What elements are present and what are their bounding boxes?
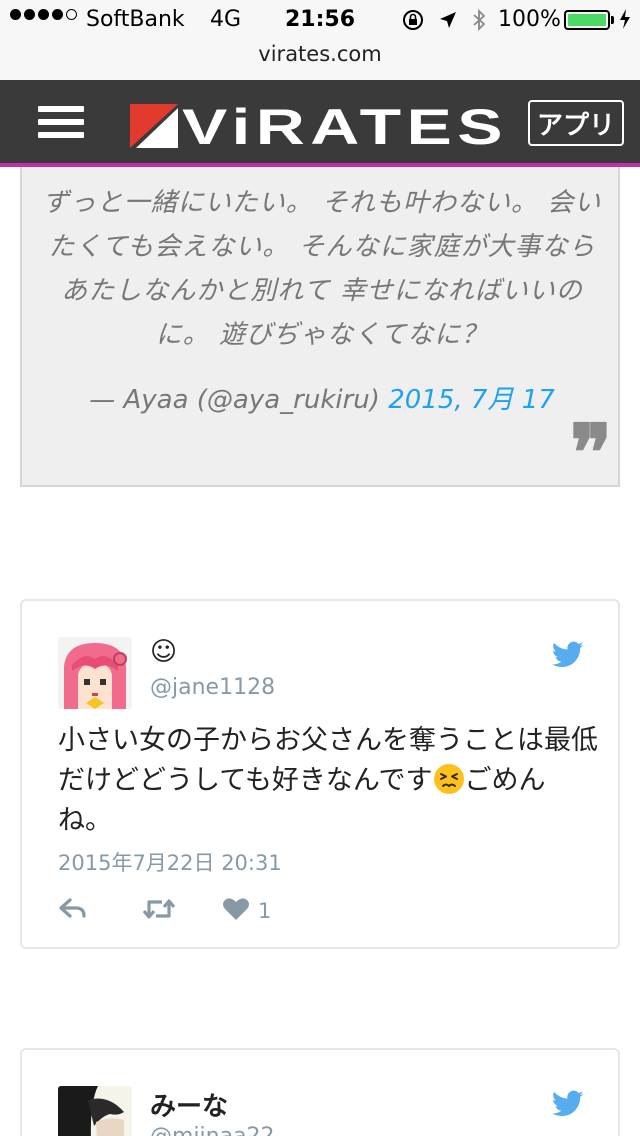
display-name[interactable]: ☺ — [150, 637, 177, 667]
bluetooth-icon — [473, 8, 486, 32]
retweet-icon — [142, 899, 176, 919]
battery-nub — [611, 16, 614, 24]
heart-icon — [223, 898, 249, 920]
charging-bolt-icon — [620, 9, 630, 29]
app-button-label: アプリ — [536, 110, 615, 141]
quote-author: — Ayaa (@aya_rukiru) — [89, 385, 380, 415]
like-count: 1 — [258, 899, 272, 923]
url-text: virates.com — [258, 42, 382, 66]
persevering-face-icon — [433, 764, 464, 794]
site-header: ViRATES アプリ — [0, 80, 640, 167]
user-handle[interactable]: @miinaa22 — [150, 1124, 275, 1136]
tweet-card[interactable]: みーな @miinaa22 — [20, 1048, 620, 1136]
logo-text: ViRATES — [182, 104, 508, 148]
user-handle[interactable]: @jane1128 — [150, 675, 275, 700]
retweet-button[interactable] — [142, 897, 176, 921]
avatar[interactable] — [58, 1086, 132, 1136]
twitter-bird-icon[interactable] — [552, 641, 584, 669]
quote-attribution: — Ayaa (@aya_rukiru) 2015, 7月 17 — [42, 379, 602, 416]
tweet-timestamp[interactable]: 2015年7月22日 20:31 — [58, 847, 282, 877]
twitter-bird-icon[interactable] — [552, 1090, 584, 1118]
status-bar: SoftBank 4G 21:56 100% — [0, 0, 640, 40]
display-name[interactable]: みーな — [150, 1086, 228, 1123]
reply-button[interactable] — [58, 898, 88, 920]
tweet-actions: 1 — [58, 895, 311, 923]
like-button[interactable]: 1 — [222, 895, 271, 923]
address-bar[interactable]: virates.com — [0, 40, 640, 80]
tweet-card[interactable]: ☺ @jane1128 小さい女の子からお父さんを奪うことは最低だけどどうしても… — [20, 599, 620, 949]
battery-percentage: 100% — [498, 7, 561, 32]
orientation-lock-icon — [403, 10, 423, 30]
quotation-mark-icon: ❞ — [570, 408, 612, 499]
status-icons — [402, 8, 500, 32]
location-arrow-icon — [440, 12, 456, 28]
quote-text: ずっと一緒にいたい。 それも叶わない。 会いたくても会えない。 そんなに家庭が大… — [42, 188, 602, 350]
hamburger-menu-button[interactable] — [38, 106, 84, 142]
virates-logo[interactable]: ViRATES — [130, 104, 512, 148]
battery-icon — [564, 10, 610, 30]
tweet-text: 小さい女の子からお父さんを奪うことは最低だけどどうしても好きなんです ごめんね。 — [58, 721, 598, 841]
embedded-quote: ずっと一緒にいたい。 それも叶わない。 会いたくても会えない。 そんなに家庭が大… — [20, 167, 620, 493]
app-button[interactable]: アプリ — [528, 100, 624, 146]
reply-icon — [59, 898, 86, 918]
quote-date-link[interactable]: 2015, 7月 17 — [388, 385, 555, 415]
avatar[interactable] — [58, 637, 132, 709]
